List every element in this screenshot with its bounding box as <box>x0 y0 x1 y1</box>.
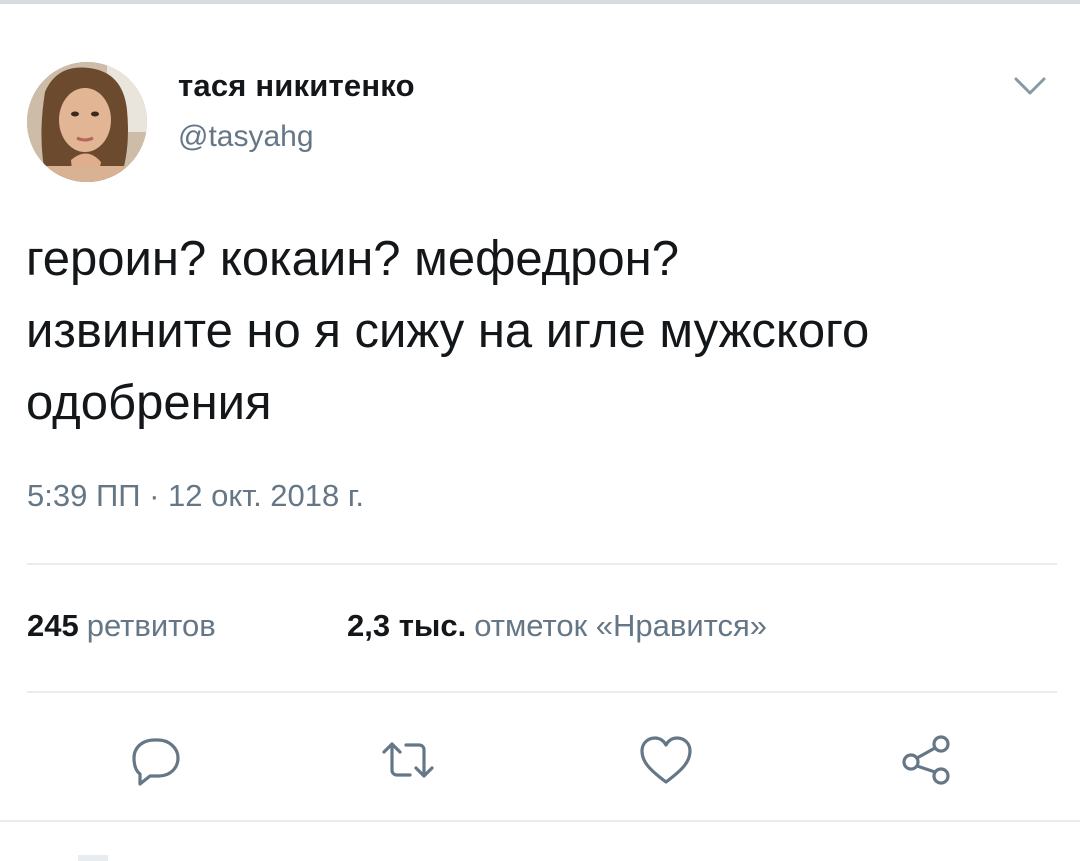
tweet-line: героин? кокаин? мефедрон? <box>26 232 679 286</box>
divider <box>0 820 1080 822</box>
avatar-photo <box>27 62 147 182</box>
likes-count: 2,3 тыс. <box>347 608 467 643</box>
share-icon <box>902 735 950 785</box>
retweet-icon <box>382 742 434 778</box>
avatar[interactable] <box>27 62 147 182</box>
share-button[interactable] <box>896 730 956 790</box>
reply-button[interactable] <box>126 730 186 790</box>
retweets-count: 245 <box>27 608 79 643</box>
retweets-stat[interactable]: 245 ретвитов <box>27 608 216 644</box>
divider <box>27 691 1057 693</box>
divider <box>27 563 1057 565</box>
top-border <box>0 0 1080 4</box>
display-name[interactable]: тася никитенко <box>178 68 415 104</box>
retweets-label: ретвитов <box>86 608 216 643</box>
like-button[interactable] <box>636 730 696 790</box>
likes-stat[interactable]: 2,3 тыс. отметок «Нравится» <box>347 608 767 644</box>
like-heart-icon <box>640 736 692 784</box>
next-item-edge <box>78 855 108 861</box>
tweet-timestamp[interactable]: 5:39 ПП · 12 окт. 2018 г. <box>27 478 364 514</box>
chevron-down-icon[interactable] <box>1010 70 1050 100</box>
likes-label: отметок «Нравится» <box>474 608 768 643</box>
tweet-line: одобрения <box>26 376 272 430</box>
tweet-text: героин? кокаин? мефедрон? извините но я … <box>26 223 1056 439</box>
tweet-line: извините но я сижу на игле мужского <box>26 304 870 358</box>
user-handle[interactable]: @tasyahg <box>178 120 314 154</box>
reply-icon <box>132 738 180 786</box>
retweet-button[interactable] <box>378 730 438 790</box>
tweet-stats: 245 ретвитов 2,3 тыс. отметок «Нравится» <box>27 608 767 644</box>
